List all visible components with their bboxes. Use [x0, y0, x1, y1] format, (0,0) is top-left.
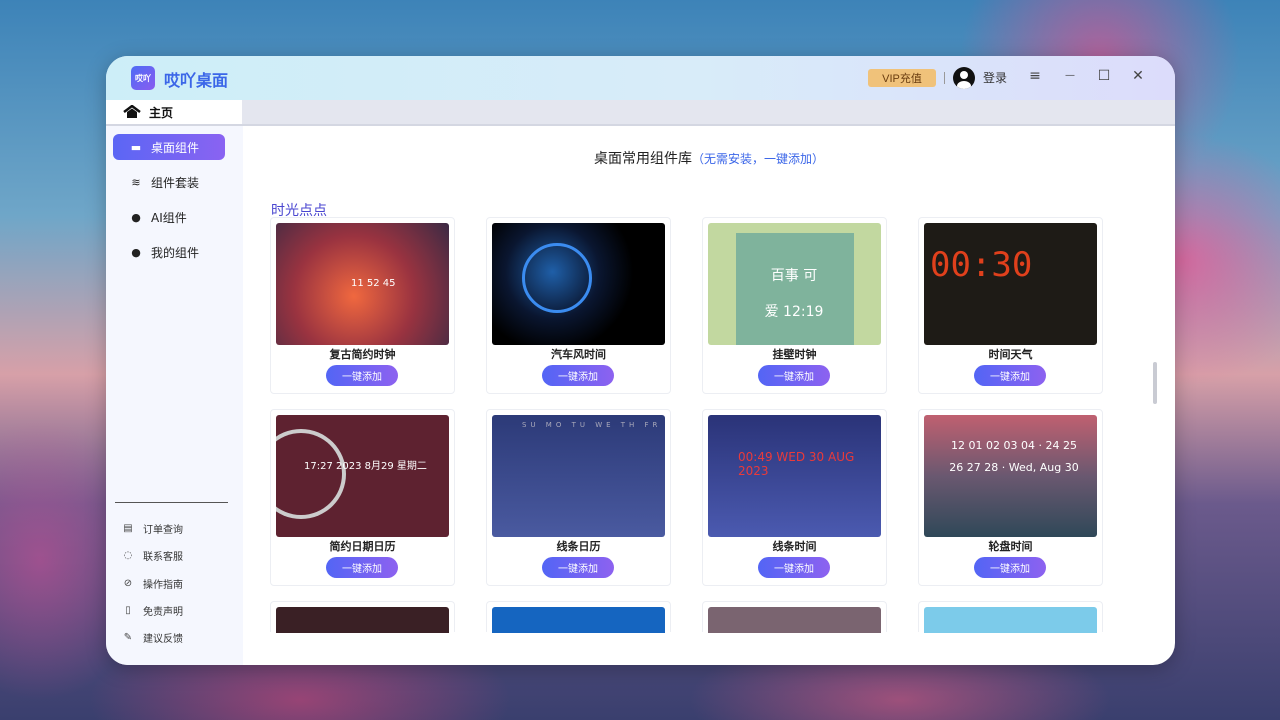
widget-thumbnail[interactable]: 百事 可爱 12:19 [708, 223, 881, 345]
compass-icon: ⊘ [122, 578, 134, 589]
thumb-text: 11 52 45 [351, 278, 396, 289]
title-bar: 哎吖 哎吖桌面 VIP充值 登录 ≡ — ☐ ✕ [106, 56, 1175, 100]
widget-title: 线条时间 [703, 538, 886, 554]
home-icon [123, 105, 141, 119]
sidebar-link-feedback[interactable]: ✎ 建议反馈 [122, 630, 183, 645]
sidebar-item-widget-suites[interactable]: ≋ 组件套装 [113, 169, 225, 195]
add-widget-button[interactable]: 一键添加 [974, 365, 1046, 386]
widget-thumbnail[interactable]: 11 52 45 [276, 223, 449, 345]
menu-icon[interactable]: ≡ [1025, 68, 1045, 84]
widget-card: 11 52 45 复古简约时钟 一键添加 [270, 217, 455, 394]
layers-icon: ≋ [129, 176, 143, 189]
widget-card: 00:30 时间天气 一键添加 [918, 217, 1103, 394]
sidebar-item-label: AI组件 [151, 209, 187, 226]
add-widget-button[interactable]: 一键添加 [758, 557, 830, 578]
face-icon: ● [129, 246, 143, 259]
scrollbar[interactable] [1153, 362, 1157, 404]
widget-title: 挂壁时钟 [703, 346, 886, 362]
widget-thumbnail[interactable] [276, 607, 449, 633]
widget-thumbnail[interactable] [708, 607, 881, 633]
link-label: 订单查询 [143, 521, 183, 536]
widget-thumbnail[interactable]: SU MO TU WE TH FR SA [492, 415, 665, 537]
app-logo: 哎吖 [131, 66, 155, 90]
headset-icon: ◌ [122, 550, 134, 561]
tab-home-label: 主页 [149, 104, 173, 121]
widget-card: SU MO TU WE TH FR SA 线条日历 一键添加 [486, 409, 671, 586]
widget-card: 12 01 02 03 04 · 24 25 26 27 28 · Wed, A… [918, 409, 1103, 586]
link-label: 操作指南 [143, 576, 183, 591]
widget-thumbnail[interactable]: 00:49 WED 30 AUG 2023 [708, 415, 881, 537]
widget-title: 简约日期日历 [271, 538, 454, 554]
link-label: 建议反馈 [143, 630, 183, 645]
thumb-text: 百事 可爱 12:19 [764, 258, 824, 330]
close-icon[interactable]: ✕ [1128, 68, 1148, 84]
add-widget-button[interactable]: 一键添加 [974, 557, 1046, 578]
widget-card [918, 601, 1103, 632]
sidebar-item-label: 我的组件 [151, 244, 199, 261]
sidebar-item-desktop-widgets[interactable]: ▬ 桌面组件 [113, 134, 225, 160]
widget-thumbnail[interactable] [492, 607, 665, 633]
add-widget-button[interactable]: 一键添加 [542, 557, 614, 578]
widget-card [270, 601, 455, 632]
widget-card: 百事 可爱 12:19 挂壁时钟 一键添加 [702, 217, 887, 394]
thumb-text: 00:30 [930, 245, 1032, 285]
vip-recharge-button[interactable]: VIP充值 [868, 69, 936, 87]
document-icon: ▯ [122, 605, 134, 616]
widget-thumbnail[interactable]: 12 01 02 03 04 · 24 25 26 27 28 · Wed, A… [924, 415, 1097, 537]
widget-card: 17:27 2023 8月29 星期二 简约日期日历 一键添加 [270, 409, 455, 586]
widget-card: 汽车风时间 一键添加 [486, 217, 671, 394]
widget-title: 时间天气 [919, 346, 1102, 362]
link-label: 免责声明 [143, 603, 183, 618]
add-widget-button[interactable]: 一键添加 [326, 557, 398, 578]
widget-thumbnail[interactable]: 17:27 2023 8月29 星期二 [276, 415, 449, 537]
avatar-icon[interactable] [953, 67, 975, 89]
gauge-graphic [522, 243, 592, 313]
divider [944, 72, 945, 84]
widget-thumbnail[interactable] [924, 607, 1097, 633]
thumb-text: 17:27 2023 8月29 星期二 [304, 457, 444, 472]
widget-title: 汽车风时间 [487, 346, 670, 362]
ai-icon: ● [129, 211, 143, 224]
thumb-text: 12 01 02 03 04 · 24 25 26 27 28 · Wed, A… [944, 435, 1084, 479]
sidebar-link-disclaimer[interactable]: ▯ 免责声明 [122, 603, 183, 618]
thumb-text: SU MO TU WE TH FR SA [522, 421, 665, 429]
widget-title: 轮盘时间 [919, 538, 1102, 554]
thumb-text: 00:49 WED 30 AUG 2023 [738, 450, 868, 478]
widget-thumbnail[interactable] [492, 223, 665, 345]
tab-home[interactable]: 主页 [106, 100, 242, 124]
widget-card [486, 601, 671, 632]
tab-bar: 主页 [106, 100, 1175, 126]
arc-graphic [276, 429, 346, 519]
widget-card [702, 601, 887, 632]
widget-card: 00:49 WED 30 AUG 2023 线条时间 一键添加 [702, 409, 887, 586]
page-subtitle: （无需安装，一键添加） [692, 152, 824, 166]
add-widget-button[interactable]: 一键添加 [758, 365, 830, 386]
login-link[interactable]: 登录 [983, 69, 1007, 86]
edit-icon: ✎ [122, 632, 134, 643]
sidebar: ▬ 桌面组件 ≋ 组件套装 ● AI组件 ● 我的组件 ▤ 订单查询 ◌ 联系客服 ⊘ 操作指… [106, 126, 243, 665]
sidebar-link-orders[interactable]: ▤ 订单查询 [122, 521, 183, 536]
sidebar-divider [115, 502, 228, 503]
app-window: 哎吖 哎吖桌面 VIP充值 登录 ≡ — ☐ ✕ 主页 ▬ 桌面组件 ≋ 组件套装 … [106, 56, 1175, 665]
sidebar-item-label: 桌面组件 [151, 139, 199, 156]
clipboard-icon: ▤ [122, 523, 134, 534]
sidebar-item-ai-widgets[interactable]: ● AI组件 [113, 204, 225, 230]
link-label: 联系客服 [143, 548, 183, 563]
add-widget-button[interactable]: 一键添加 [326, 365, 398, 386]
widget-thumbnail[interactable]: 00:30 [924, 223, 1097, 345]
maximize-icon[interactable]: ☐ [1094, 68, 1114, 84]
widget-title: 复古简约时钟 [271, 346, 454, 362]
page-title: 桌面常用组件库（无需安装，一键添加） [243, 148, 1175, 168]
widget-title: 线条日历 [487, 538, 670, 554]
main-content: 桌面常用组件库（无需安装，一键添加） 时光点点 11 52 45 复古简约时钟 … [243, 128, 1175, 632]
sidebar-link-support[interactable]: ◌ 联系客服 [122, 548, 183, 563]
minimize-icon[interactable]: — [1060, 70, 1080, 81]
sidebar-link-guide[interactable]: ⊘ 操作指南 [122, 576, 183, 591]
add-widget-button[interactable]: 一键添加 [542, 365, 614, 386]
sidebar-item-my-widgets[interactable]: ● 我的组件 [113, 239, 225, 265]
app-name: 哎吖桌面 [164, 67, 228, 91]
monitor-icon: ▬ [129, 141, 143, 154]
sidebar-item-label: 组件套装 [151, 174, 199, 191]
